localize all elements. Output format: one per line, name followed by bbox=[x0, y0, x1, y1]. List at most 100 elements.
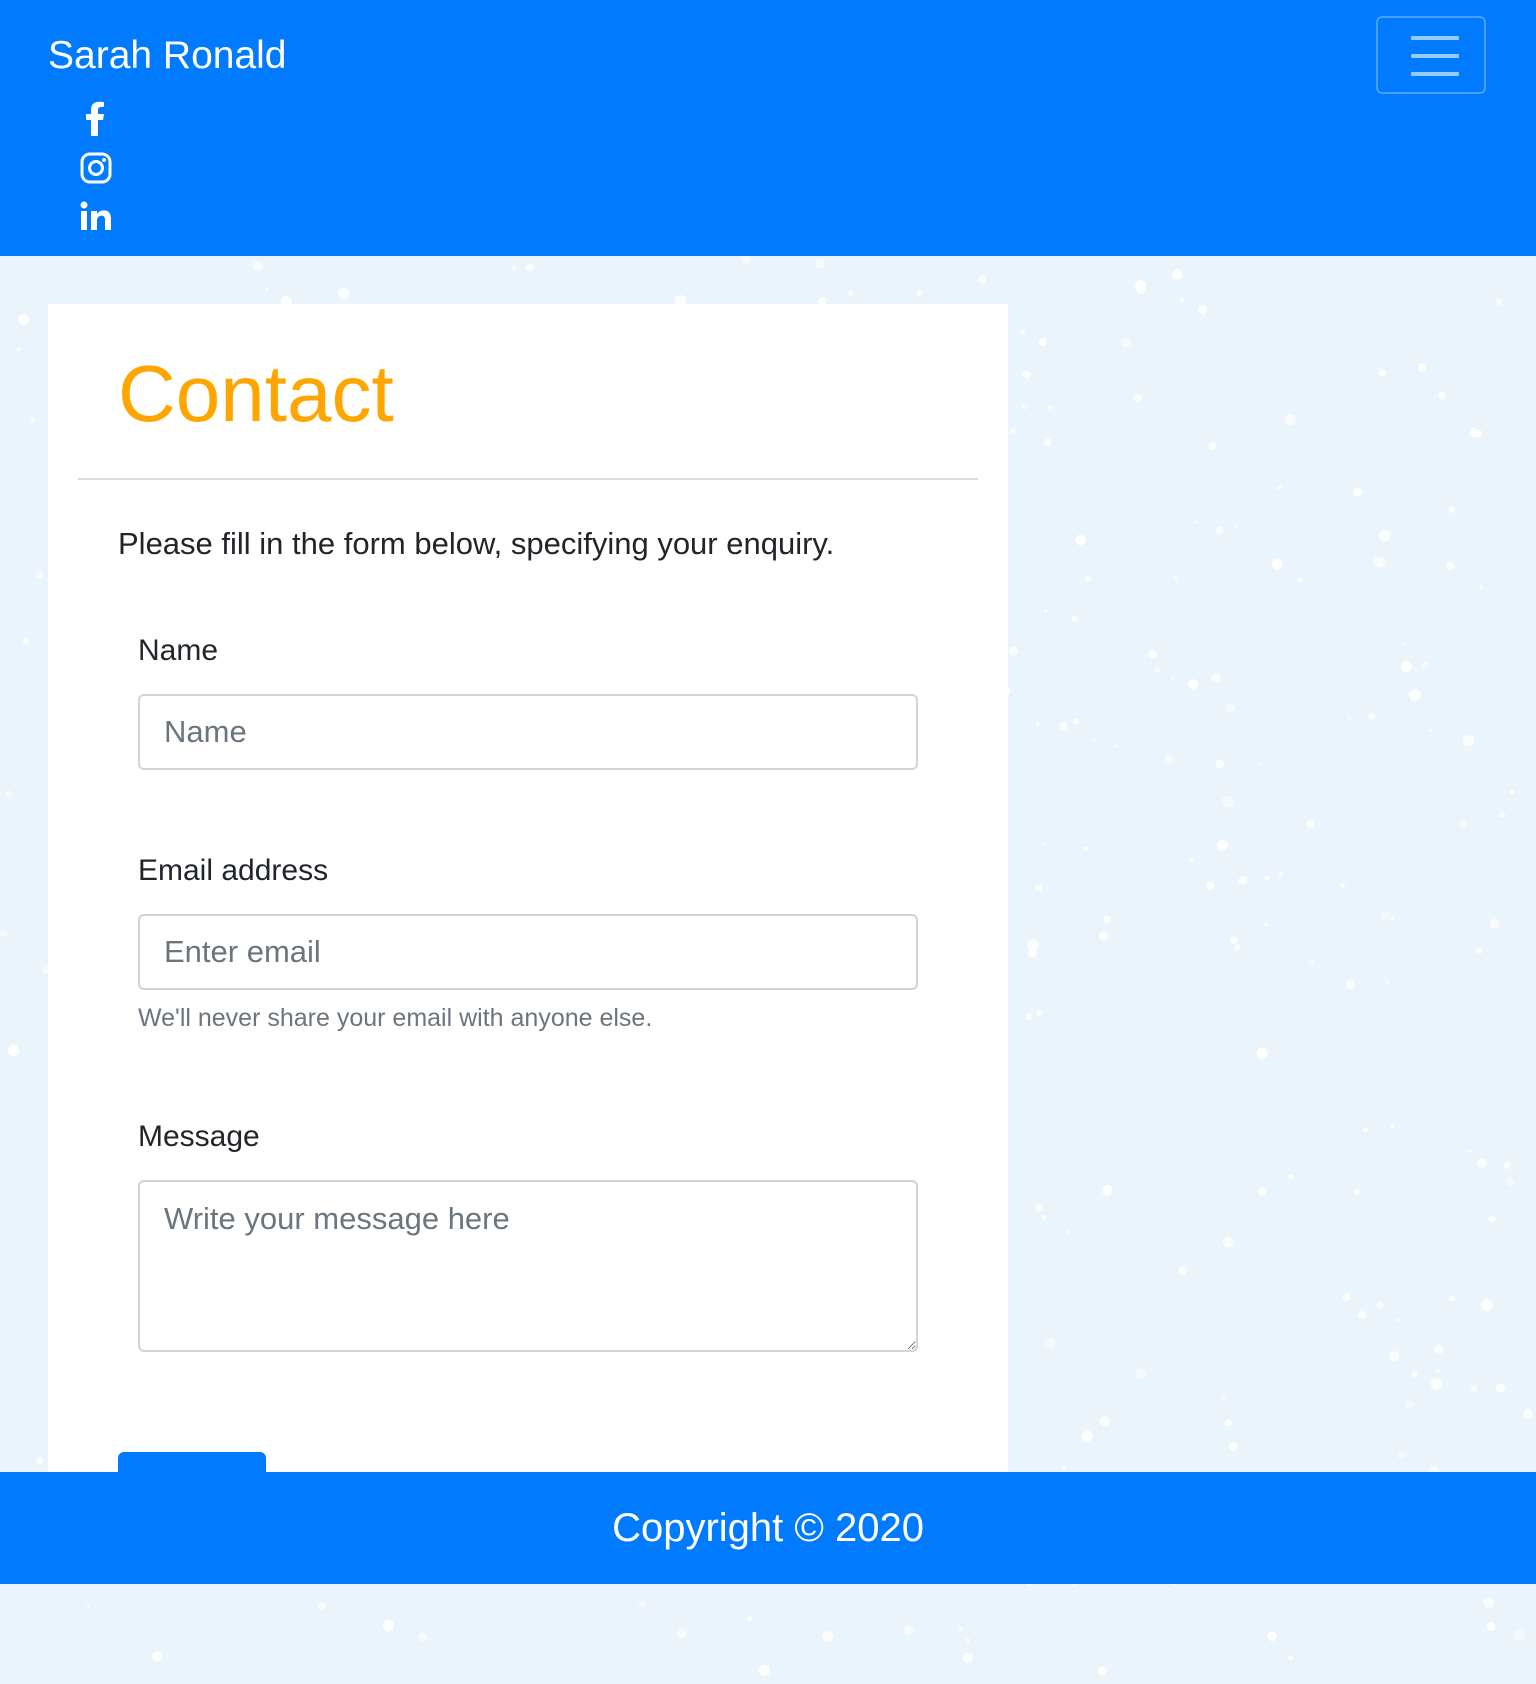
snowflake bbox=[1025, 1012, 1033, 1021]
snowflake bbox=[1211, 672, 1221, 683]
snowflake bbox=[1483, 1597, 1495, 1609]
snowflake bbox=[1459, 820, 1468, 829]
snowflake bbox=[1238, 875, 1248, 885]
snowflake bbox=[1208, 441, 1217, 450]
snowflake bbox=[1257, 1186, 1267, 1196]
name-label: Name bbox=[138, 634, 219, 667]
snowflake bbox=[1148, 649, 1158, 659]
snowflake bbox=[16, 347, 21, 352]
snowflake bbox=[1136, 285, 1146, 295]
snowflake bbox=[1258, 762, 1262, 766]
snowflake bbox=[1267, 1631, 1277, 1642]
snowflake bbox=[1481, 1299, 1493, 1312]
snowflake bbox=[1172, 269, 1183, 280]
snowflake bbox=[1376, 1301, 1384, 1309]
snowflake bbox=[1495, 1383, 1506, 1393]
email-input[interactable] bbox=[138, 914, 918, 990]
snowflake bbox=[1059, 721, 1068, 731]
snowflake bbox=[1358, 1311, 1367, 1320]
snowflake bbox=[1436, 1369, 1440, 1373]
snowflake bbox=[1378, 369, 1386, 377]
snowflake bbox=[1368, 713, 1376, 721]
snowflake bbox=[1297, 577, 1302, 583]
snowflake bbox=[1448, 506, 1456, 513]
snowflake bbox=[1035, 1009, 1043, 1016]
snowflake bbox=[676, 1628, 687, 1639]
snowflake bbox=[7, 1044, 19, 1057]
message-textarea[interactable] bbox=[138, 1180, 918, 1352]
snowflake bbox=[1390, 1124, 1394, 1128]
snowflake bbox=[1495, 298, 1503, 306]
snowflake bbox=[5, 790, 13, 798]
snowflake bbox=[1469, 427, 1479, 437]
snowflake bbox=[1038, 337, 1047, 346]
snowflake bbox=[1509, 789, 1515, 795]
snowflake bbox=[1097, 1666, 1108, 1676]
snowflake bbox=[1179, 297, 1184, 302]
hamburger-menu-icon-bar bbox=[1411, 54, 1459, 58]
email-help-text: We'll never share your email with anyone… bbox=[138, 1004, 653, 1032]
instagram-link[interactable] bbox=[78, 150, 114, 186]
facebook-link[interactable] bbox=[78, 100, 114, 136]
linkedin-link[interactable] bbox=[78, 198, 114, 234]
snowflake bbox=[86, 1604, 91, 1608]
instagram-icon bbox=[80, 152, 112, 184]
snowflake bbox=[747, 1616, 752, 1621]
snowflake bbox=[1404, 1400, 1414, 1410]
snowflake bbox=[151, 1651, 162, 1662]
snowflake bbox=[1276, 485, 1282, 490]
snowflake bbox=[1384, 979, 1390, 985]
contact-card: Contact Please fill in the form below, s… bbox=[48, 304, 1008, 1492]
snowflake bbox=[1468, 1149, 1472, 1153]
snowflake bbox=[1271, 558, 1283, 570]
snowflake bbox=[1170, 676, 1176, 681]
snowflake bbox=[1135, 1368, 1146, 1379]
snowflake bbox=[978, 274, 987, 284]
snowflake bbox=[337, 287, 350, 300]
snowflake bbox=[1027, 939, 1040, 952]
snowflake bbox=[1099, 1416, 1110, 1427]
message-label: Message bbox=[138, 1120, 260, 1153]
snowflake bbox=[512, 266, 517, 271]
snowflake bbox=[1221, 795, 1234, 808]
snowflake bbox=[253, 261, 263, 271]
snowflake bbox=[1193, 520, 1198, 525]
snowflake bbox=[418, 1632, 428, 1642]
snowflake bbox=[1043, 609, 1048, 613]
snowflake bbox=[1229, 1442, 1238, 1451]
snowflake bbox=[1462, 734, 1475, 747]
name-input[interactable] bbox=[138, 694, 918, 770]
navbar-toggle-button[interactable] bbox=[1376, 16, 1486, 94]
title-divider bbox=[78, 478, 978, 480]
snowflake bbox=[1062, 1465, 1066, 1470]
snowflake bbox=[1187, 679, 1199, 690]
snowflake bbox=[1486, 1622, 1496, 1631]
snowflake bbox=[1133, 393, 1142, 403]
snowflake bbox=[1224, 1419, 1232, 1427]
snowflake bbox=[1422, 661, 1429, 668]
snowflake bbox=[1220, 1395, 1226, 1401]
snowflake bbox=[1307, 959, 1314, 966]
snowflake bbox=[1401, 660, 1413, 673]
snowflake bbox=[1113, 744, 1118, 749]
snowflake bbox=[958, 1626, 964, 1632]
navbar: Sarah Ronald bbox=[0, 0, 1536, 256]
snowflake bbox=[1075, 534, 1086, 546]
snowflake bbox=[814, 258, 826, 270]
snowflake bbox=[1085, 576, 1091, 582]
snowflake bbox=[1409, 689, 1422, 701]
snowflake bbox=[1215, 759, 1225, 769]
snowflake bbox=[1429, 728, 1433, 732]
snowflake bbox=[1035, 1204, 1044, 1212]
snowflake bbox=[847, 290, 853, 297]
snowflake bbox=[36, 571, 44, 579]
snowflake bbox=[1256, 1047, 1268, 1059]
snowflake bbox=[1438, 391, 1446, 400]
snowflake bbox=[1173, 575, 1178, 581]
snowflake bbox=[1073, 718, 1080, 725]
snowflake bbox=[1445, 561, 1455, 571]
snowflake bbox=[1226, 703, 1235, 713]
brand-name[interactable]: Sarah Ronald bbox=[48, 32, 287, 80]
snowflake bbox=[822, 1630, 834, 1642]
snowflake bbox=[1008, 646, 1019, 657]
